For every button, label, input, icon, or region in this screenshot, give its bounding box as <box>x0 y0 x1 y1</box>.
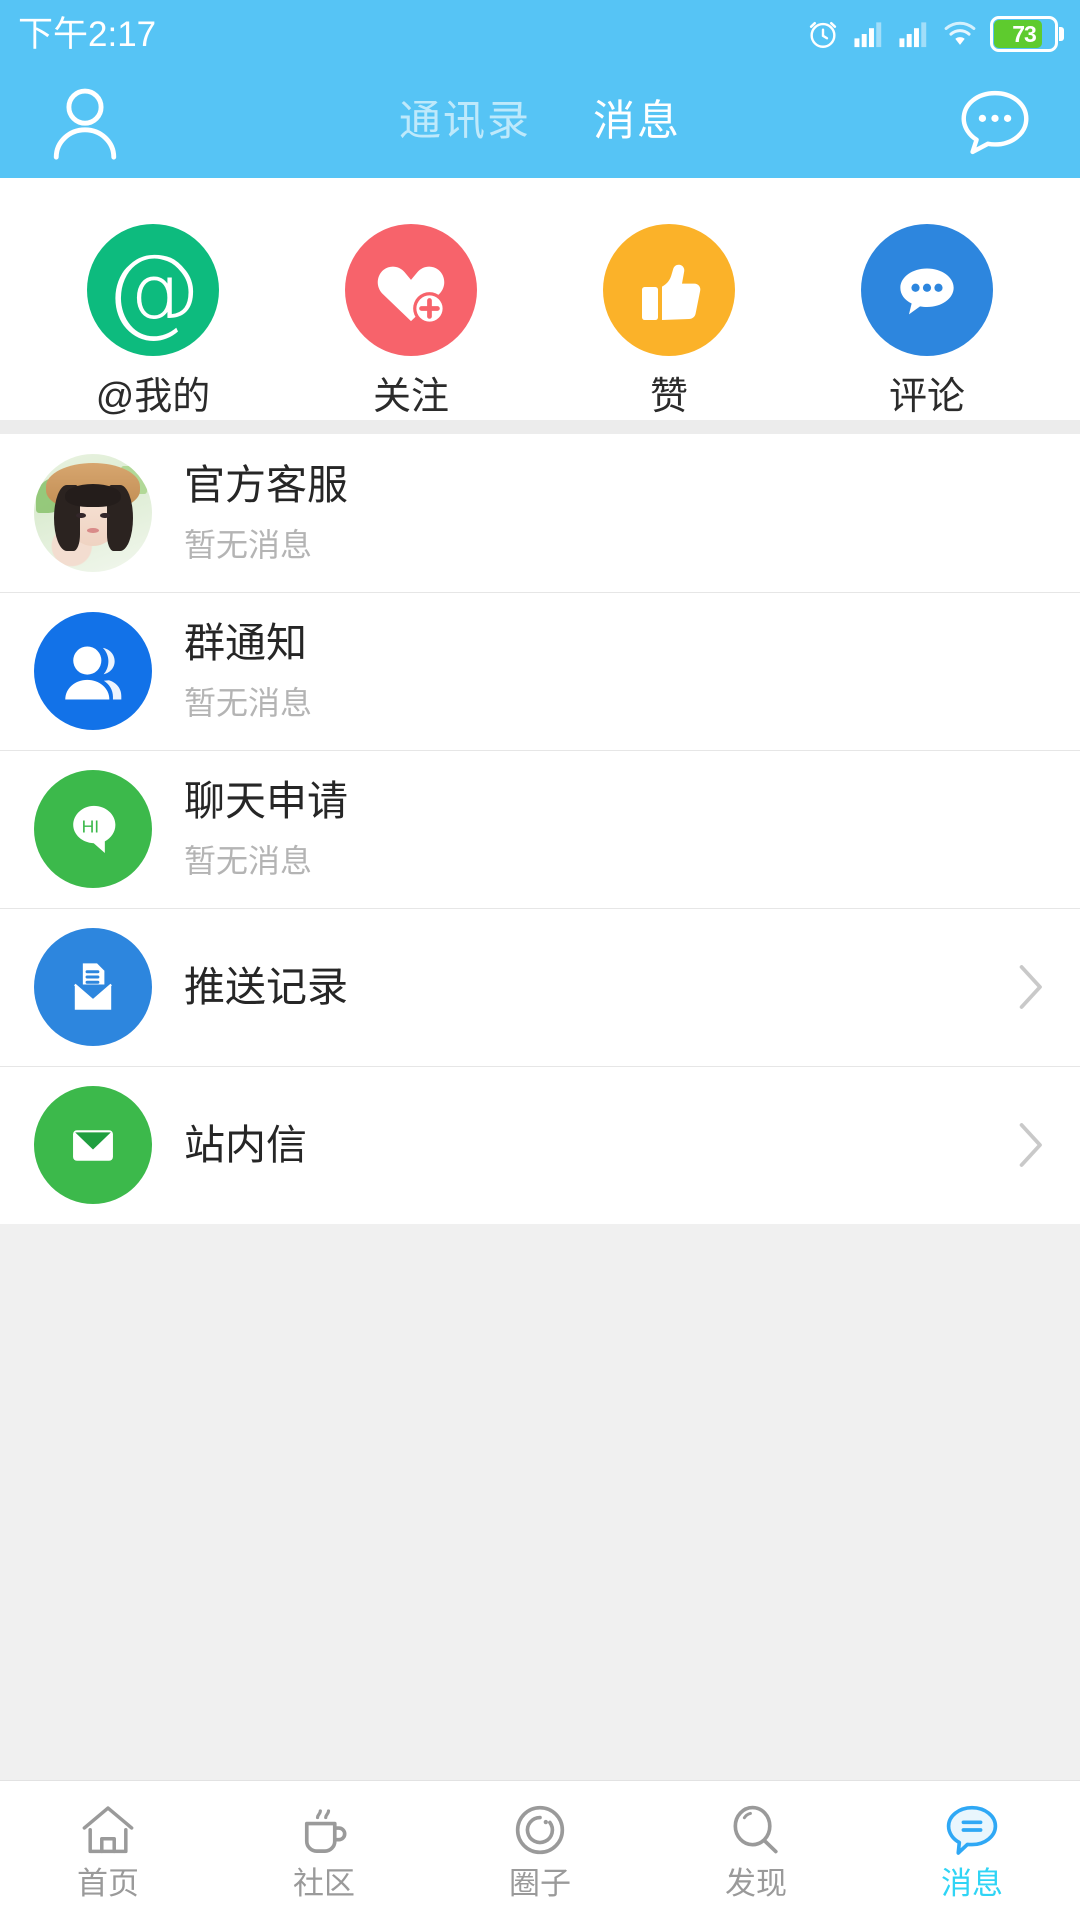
circle-icon <box>511 1802 569 1858</box>
envelope-icon <box>34 1086 152 1204</box>
comment-dots-icon <box>861 224 993 356</box>
search-icon <box>728 1802 784 1858</box>
list-item[interactable]: 站内信 <box>0 1066 1080 1224</box>
list-item-title: 站内信 <box>184 1121 307 1168</box>
photo-avatar <box>34 454 152 572</box>
tab-messages-label: 消息 <box>593 97 682 144</box>
list-item-text: 站内信 <box>184 1121 1004 1169</box>
quick-action-label: 评论 <box>888 376 965 418</box>
list-item[interactable]: HI 聊天申请 暂无消息 <box>0 750 1080 908</box>
nav-item-label: 首页 <box>77 1866 139 1901</box>
quick-action-label: @我的 <box>95 376 211 418</box>
chat-bubble-icon <box>961 90 1029 155</box>
chevron-right-icon[interactable] <box>1004 964 1044 1010</box>
nav-item-discover[interactable]: 发现 <box>648 1802 864 1899</box>
list-item-text: 官方客服 暂无消息 <box>184 461 1004 565</box>
list-item-title: 聊天申请 <box>184 777 348 824</box>
quick-actions-bar: @ @我的 关注 赞 评论 <box>0 178 1080 420</box>
list-item-title: 推送记录 <box>184 963 348 1010</box>
quick-action-comment[interactable]: 评论 <box>832 224 1022 416</box>
status-time: 下午2:17 <box>18 14 157 54</box>
list-item[interactable]: 官方客服 暂无消息 <box>0 434 1080 592</box>
header-tab-bar: 通讯录 消息 <box>170 97 910 194</box>
home-icon <box>79 1802 137 1858</box>
list-item-title: 官方客服 <box>184 461 348 508</box>
quick-action-like[interactable]: 赞 <box>574 224 764 416</box>
tab-active-indicator <box>615 187 659 194</box>
status-icons-group: 73 <box>806 16 1064 52</box>
nav-item-messages[interactable]: 消息 <box>864 1802 1080 1899</box>
list-item[interactable]: 群通知 暂无消息 <box>0 592 1080 750</box>
message-list: 官方客服 暂无消息 群通知 暂无消息 HI 聊天申请 暂无消息 推送记录 站内信 <box>0 434 1080 1224</box>
nav-item-label: 发现 <box>725 1866 787 1901</box>
battery-icon: 73 <box>990 16 1064 52</box>
profile-button[interactable] <box>0 84 170 162</box>
section-divider <box>0 420 1080 434</box>
nav-item-circle[interactable]: 圈子 <box>432 1802 648 1899</box>
wifi-icon <box>944 21 976 45</box>
list-item-subtitle: 暂无消息 <box>184 843 313 880</box>
signal-bars-icon <box>899 22 927 48</box>
list-item[interactable]: 推送记录 <box>0 908 1080 1066</box>
heart-plus-icon <box>345 224 477 356</box>
hi-bubble-text: HI <box>82 817 100 837</box>
group-users-icon <box>34 612 152 730</box>
status-bar: 下午2:17 73 <box>0 0 1080 68</box>
quick-action-label: 赞 <box>649 376 688 418</box>
chevron-right-icon[interactable] <box>1004 1122 1044 1168</box>
battery-level-label: 73 <box>1012 20 1037 47</box>
hi-bubble-icon: HI <box>34 770 152 888</box>
bottom-navigation: 首页 社区 圈子 发现 消息 <box>0 1780 1080 1920</box>
list-item-text: 推送记录 <box>184 963 1004 1011</box>
coffee-cup-icon <box>296 1802 352 1858</box>
nav-item-community[interactable]: 社区 <box>216 1802 432 1899</box>
nav-item-label: 圈子 <box>509 1866 571 1901</box>
nav-item-label: 社区 <box>293 1866 355 1901</box>
list-item-subtitle: 暂无消息 <box>184 527 313 564</box>
signal-bars-icon <box>854 22 882 48</box>
list-item-subtitle: 暂无消息 <box>184 685 313 722</box>
message-icon <box>943 1802 1001 1858</box>
nav-item-label: 消息 <box>941 1866 1003 1901</box>
tab-messages[interactable]: 消息 <box>593 97 682 194</box>
quick-action-label: 关注 <box>372 376 449 418</box>
empty-area <box>0 1224 1080 1780</box>
nav-item-home[interactable]: 首页 <box>0 1802 216 1899</box>
thumbs-up-icon <box>603 224 735 356</box>
compose-button[interactable] <box>910 88 1080 158</box>
tab-contacts[interactable]: 通讯录 <box>399 100 531 146</box>
app-root: 下午2:17 73 通讯录 消息 @ @我的 关注 赞 评论 官方客服 暂无消息… <box>0 0 1080 1920</box>
quick-action-at-mine[interactable]: @ @我的 <box>58 224 248 416</box>
person-icon <box>53 88 117 160</box>
list-item-text: 聊天申请 暂无消息 <box>184 777 1004 881</box>
tab-contacts-label: 通讯录 <box>398 97 531 144</box>
at-sign-icon: @ <box>87 224 219 356</box>
inbox-document-icon <box>34 928 152 1046</box>
quick-action-follow[interactable]: 关注 <box>316 224 506 416</box>
alarm-icon <box>809 21 837 48</box>
list-item-title: 群通知 <box>184 619 307 666</box>
app-header: 通讯录 消息 <box>0 68 1080 194</box>
list-item-text: 群通知 暂无消息 <box>184 619 1004 723</box>
